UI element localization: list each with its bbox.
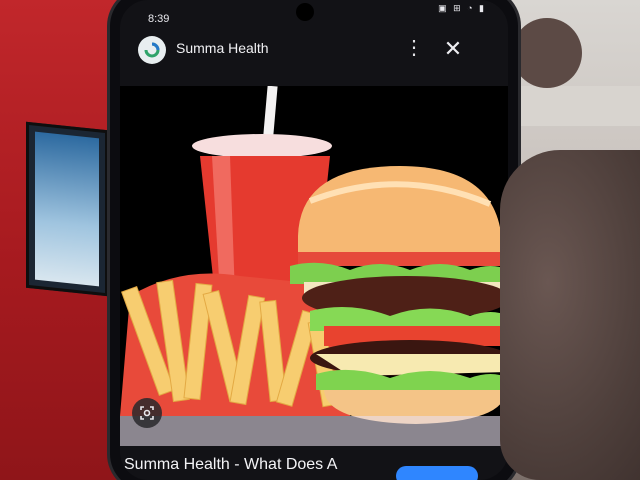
hand-finger [512, 18, 582, 88]
visit-button[interactable] [396, 466, 478, 480]
wall-tv [26, 121, 108, 297]
phone-screen: 8:39 ▣ ⊞ ◔ ▮ Summa Health ⋮ ✕ Summa Heal… [120, 0, 508, 480]
viewer-header: Summa Health ⋮ ✕ [120, 30, 508, 70]
background-shelf [520, 86, 640, 126]
page-title: Summa Health [176, 40, 269, 56]
front-camera [296, 3, 314, 21]
image-caption[interactable]: Summa Health - What Does A [124, 456, 337, 474]
photo-scene: 8:39 ▣ ⊞ ◔ ▮ Summa Health ⋮ ✕ Summa Heal… [0, 0, 640, 480]
more-vert-icon[interactable]: ⋮ [400, 34, 428, 62]
fast-food-image[interactable] [120, 85, 508, 446]
status-time: 8:39 [148, 13, 170, 25]
tv-screen [35, 131, 99, 287]
phone: 8:39 ▣ ⊞ ◔ ▮ Summa Health ⋮ ✕ Summa Heal… [110, 0, 518, 480]
close-icon[interactable]: ✕ [438, 34, 468, 64]
holding-hand [500, 150, 640, 480]
status-bar: 8:39 ▣ ⊞ ◔ ▮ [120, 0, 508, 26]
site-logo-icon[interactable] [138, 36, 166, 64]
status-icons: ▣ ⊞ ◔ ▮ [438, 3, 486, 13]
table-surface [120, 416, 508, 446]
lens-search-icon[interactable] [132, 398, 162, 428]
burger [290, 166, 508, 424]
